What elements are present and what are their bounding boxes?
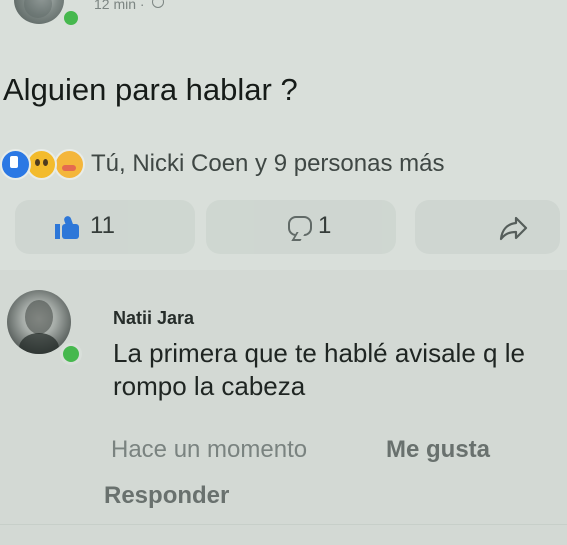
post-time-separator: · — [139, 0, 145, 12]
comment-count: 1 — [318, 212, 332, 239]
comment-online-status-icon — [60, 343, 82, 365]
reaction-summary[interactable]: Tú, Nicki Coen y 9 personas más — [91, 150, 444, 178]
post-header: 12 min · — [0, 0, 567, 30]
comment-avatar[interactable] — [7, 290, 71, 354]
comment-bubble-icon — [288, 216, 312, 236]
care-icon — [54, 149, 85, 180]
comment-button[interactable]: 1 — [206, 200, 396, 254]
post-avatar[interactable] — [14, 0, 64, 24]
post-timestamp: 12 min · — [94, 0, 165, 12]
comment-text: La primera que te hablé avisale q le rom… — [113, 338, 525, 401]
like-icon — [0, 149, 31, 180]
comment-author[interactable]: Natii Jara — [113, 307, 194, 329]
globe-icon — [152, 0, 165, 8]
comment-timestamp: Hace un momento — [111, 436, 308, 463]
thumbs-up-icon-base — [55, 224, 60, 239]
share-arrow-icon — [499, 216, 528, 241]
post-time-value: 12 min — [94, 0, 137, 12]
comment-divider — [0, 524, 567, 525]
online-status-icon — [61, 8, 81, 28]
comment-item: Natii Jara La primera que te hablé avisa… — [0, 270, 567, 545]
comment-like-button[interactable]: Me gusta — [386, 436, 490, 464]
like-button[interactable]: 11 — [15, 200, 195, 254]
thumbs-up-icon — [55, 215, 80, 240]
share-button[interactable] — [415, 200, 560, 254]
reactions-row[interactable]: Tú, Nicki Coen y 9 personas más — [0, 146, 567, 180]
like-count: 11 — [90, 212, 115, 239]
reply-button[interactable]: Responder — [104, 482, 229, 510]
post-actions: 11 1 — [0, 200, 567, 254]
post-text: Alguien para hablar ? — [3, 72, 298, 107]
